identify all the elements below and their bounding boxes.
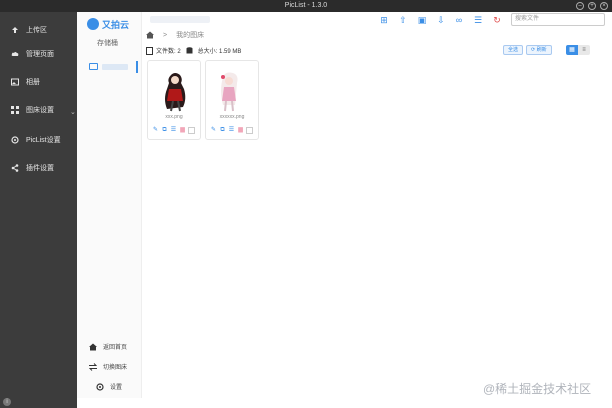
sidebar-item-label: 管理页面 bbox=[26, 51, 54, 58]
breadcrumb-separator: > bbox=[163, 31, 168, 39]
cloud-icon bbox=[11, 52, 19, 56]
breadcrumb-current[interactable]: 我的图床 bbox=[176, 30, 204, 40]
sidebar-item-piclist-settings[interactable]: PicList设置 bbox=[11, 134, 61, 146]
settings-button[interactable]: 设置 bbox=[96, 382, 122, 391]
home-button[interactable]: 返回首页 bbox=[89, 342, 127, 351]
refresh-icon[interactable]: ↻ bbox=[491, 14, 503, 26]
file-actions: ✎ ⧉ ☰ ▆ bbox=[210, 127, 253, 134]
refresh-button[interactable]: ⟳ 刷新 bbox=[526, 45, 552, 55]
bucket-panel: 又拍云 存储桶 返回首页 切换图床 设置 bbox=[77, 12, 142, 398]
info-icon[interactable]: ☰ bbox=[228, 127, 235, 134]
close-icon[interactable]: × bbox=[600, 2, 608, 10]
provider-logo: 又拍云 bbox=[87, 17, 129, 31]
folder-icon bbox=[89, 63, 98, 70]
file-count: 文件数: 2 bbox=[156, 49, 181, 55]
search-input[interactable]: 搜索文件 bbox=[511, 13, 605, 26]
new-file-icon[interactable]: ⊞ bbox=[378, 14, 390, 26]
edit-icon[interactable]: ✎ bbox=[152, 127, 159, 134]
delete-icon[interactable]: ▆ bbox=[237, 127, 244, 134]
upload-icon bbox=[12, 27, 18, 33]
total-size: 总大小: 1.59 MB bbox=[197, 49, 242, 55]
image-icon bbox=[11, 78, 19, 86]
file-card[interactable]: xxxxxx.png ✎ ⧉ ☰ ▆ bbox=[205, 60, 259, 140]
document-icon[interactable]: ☰ bbox=[472, 14, 484, 26]
list-view-icon[interactable]: ≡ bbox=[578, 45, 590, 55]
delete-icon[interactable]: ▆ bbox=[179, 127, 186, 134]
bucket-title-redacted bbox=[150, 16, 210, 23]
link-icon[interactable]: ∞ bbox=[453, 14, 465, 26]
provider-name: 又拍云 bbox=[102, 19, 130, 30]
window-title: PicList - 1.3.0 bbox=[284, 2, 328, 9]
database-icon bbox=[186, 46, 193, 53]
sidebar-item-label: 相册 bbox=[26, 79, 40, 86]
sidebar-item-label: 图床设置 bbox=[26, 107, 54, 114]
grid-view-icon[interactable]: ▦ bbox=[566, 45, 578, 55]
chevron-down-icon[interactable]: ⌄ bbox=[70, 108, 76, 116]
select-checkbox[interactable] bbox=[188, 127, 195, 134]
select-all-button[interactable]: 全选 bbox=[503, 45, 524, 55]
sidebar-item-label: PicList设置 bbox=[26, 137, 61, 144]
edit-icon[interactable]: ✎ bbox=[210, 127, 217, 134]
sidebar-item-label: 插件设置 bbox=[26, 165, 54, 172]
switch-host-button[interactable]: 切换图床 bbox=[89, 362, 127, 371]
switch-label: 切换图床 bbox=[103, 365, 128, 371]
switch-icon bbox=[89, 362, 97, 371]
panel-subtitle: 存储桶 bbox=[97, 40, 118, 47]
copy-icon[interactable]: ⧉ bbox=[219, 127, 226, 134]
download-icon[interactable]: ⇩ bbox=[435, 14, 447, 26]
action-buttons: 全选 ⟳ 刷新 bbox=[503, 45, 555, 55]
sidebar-item-gallery[interactable]: 相册 bbox=[11, 76, 40, 88]
file-actions: ✎ ⧉ ☰ ▆ bbox=[152, 127, 195, 134]
breadcrumb: > 我的图床 bbox=[146, 30, 204, 40]
sidebar-item-hosts[interactable]: 图床设置 bbox=[11, 104, 54, 116]
watermark: @稀土掘金技术社区 bbox=[483, 382, 592, 396]
copy-icon[interactable]: ⧉ bbox=[161, 127, 168, 134]
maximize-icon[interactable]: + bbox=[588, 2, 596, 10]
sidebar: 上传区 管理页面 相册 图床设置 ⌄ PicList设置 插件设置 i bbox=[0, 12, 77, 408]
info-icon[interactable]: i bbox=[3, 398, 11, 406]
file-name: xxxxxx.png bbox=[219, 114, 245, 120]
sidebar-item-plugins[interactable]: 插件设置 bbox=[11, 162, 54, 174]
settings-label: 设置 bbox=[110, 385, 123, 391]
grid-icon bbox=[11, 106, 19, 114]
share-icon bbox=[11, 164, 19, 172]
file-icon bbox=[146, 46, 153, 55]
upload-icon[interactable]: ⇧ bbox=[397, 14, 409, 26]
file-card[interactable]: xxx.png ✎ ⧉ ☰ ▆ bbox=[147, 60, 201, 140]
view-toggle: ▦ ≡ bbox=[566, 45, 590, 55]
home-icon[interactable] bbox=[146, 31, 154, 39]
file-thumbnail bbox=[157, 71, 193, 113]
title-bar: PicList - 1.3.0 – + × bbox=[0, 0, 612, 12]
new-folder-icon[interactable]: ▣ bbox=[416, 14, 428, 26]
home-icon bbox=[89, 343, 97, 350]
sidebar-item-upload[interactable]: 上传区 bbox=[11, 24, 47, 36]
toolbar: ⊞ ⇧ ▣ ⇩ ∞ ☰ ↻ 搜索文件 bbox=[142, 12, 612, 28]
bucket-active-indicator bbox=[136, 61, 138, 73]
bucket-item[interactable] bbox=[89, 63, 128, 70]
select-checkbox[interactable] bbox=[246, 127, 253, 134]
sidebar-item-manage[interactable]: 管理页面 bbox=[11, 48, 54, 60]
info-icon[interactable]: ☰ bbox=[170, 127, 177, 134]
refresh-label: 刷新 bbox=[536, 47, 547, 53]
file-thumbnail bbox=[215, 71, 251, 113]
sidebar-item-label: 上传区 bbox=[26, 27, 47, 34]
minimize-icon[interactable]: – bbox=[576, 2, 584, 10]
file-name: xxx.png bbox=[165, 114, 183, 120]
gear-icon bbox=[96, 382, 104, 391]
window-controls: – + × bbox=[576, 0, 608, 12]
provider-logo-icon bbox=[87, 18, 99, 30]
gear-icon bbox=[11, 136, 19, 144]
stats-bar: 文件数: 2 总大小: 1.59 MB bbox=[146, 46, 241, 55]
home-label: 返回首页 bbox=[103, 345, 128, 351]
bucket-name-redacted bbox=[102, 63, 128, 70]
